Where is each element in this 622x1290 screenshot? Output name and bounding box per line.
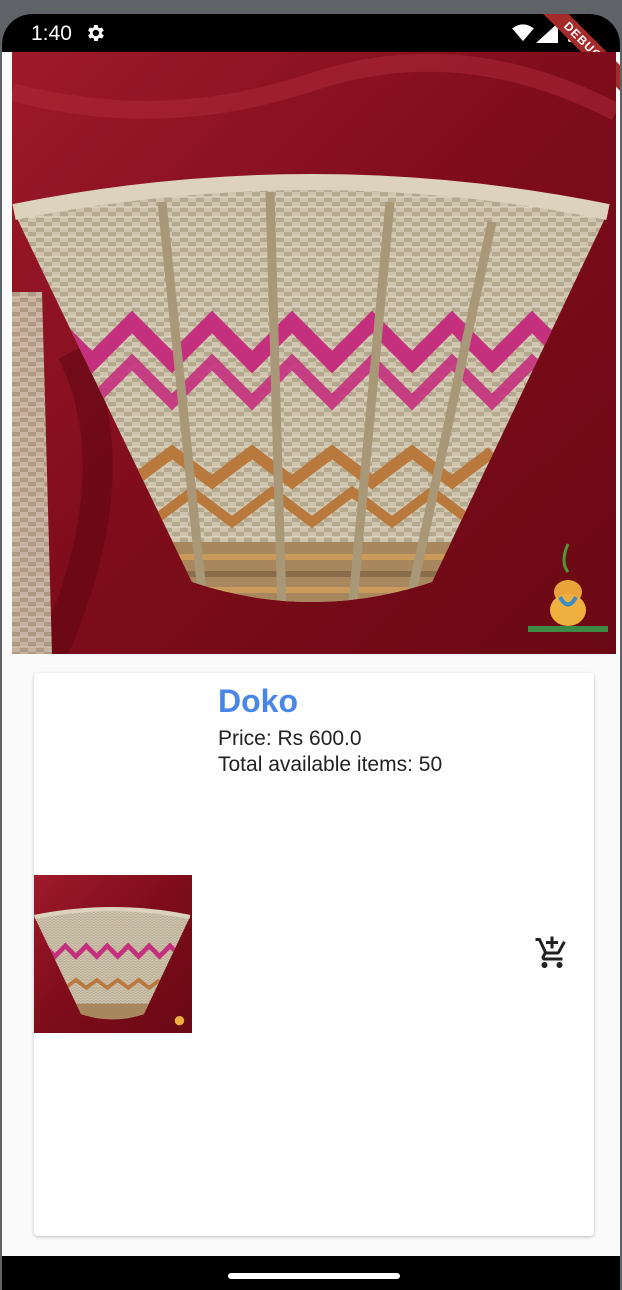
product-title: Doko <box>218 683 298 719</box>
product-price: Price: Rs 600.0 <box>218 727 362 750</box>
status-bar: 1:40 DEBUG <box>2 14 620 101</box>
product-thumbnail <box>34 875 192 1033</box>
gear-icon <box>88 25 104 41</box>
home-gesture-handle[interactable] <box>228 1273 400 1279</box>
product-hero-image <box>12 52 616 654</box>
product-stock: Total available items: 50 <box>218 753 443 776</box>
wifi-icon <box>512 24 534 42</box>
system-navigation-bar <box>2 1256 620 1290</box>
app-screen: 1:40 DEBUG Doko Price: Rs 600.0 Total av… <box>2 14 620 1290</box>
product-card[interactable]: Doko Price: Rs 600.0 Total available ite… <box>34 673 594 1236</box>
add-shopping-cart-icon[interactable] <box>534 935 570 971</box>
status-time: 1:40 <box>31 22 72 45</box>
